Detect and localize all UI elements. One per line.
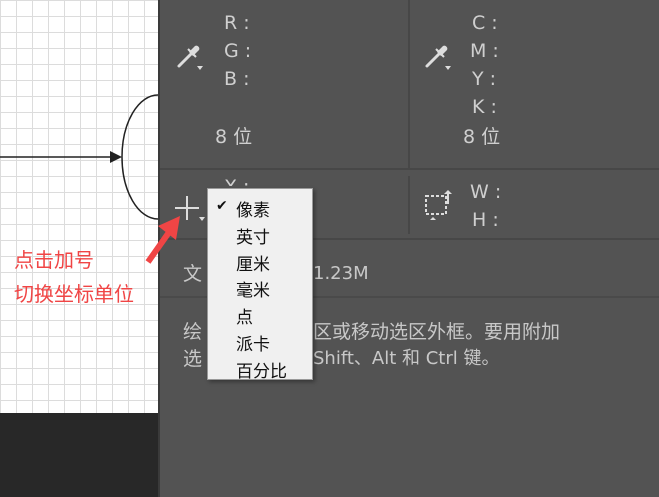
g-label: G : (224, 40, 252, 62)
m-label: M : (470, 40, 499, 62)
document-canvas[interactable] (0, 0, 159, 413)
annotation-line2: 切换坐标单位 (14, 282, 134, 306)
selection-size-icon[interactable] (421, 190, 455, 226)
hint-line1-start: 绘 (183, 321, 203, 343)
eyedropper-icon[interactable] (423, 38, 453, 76)
menu-item-centimeters[interactable]: 厘米 (236, 250, 270, 275)
annotation-line1: 点击加号 (14, 248, 94, 272)
menu-item-pixels[interactable]: 像素 (236, 196, 270, 221)
menu-item-points[interactable]: 点 (236, 303, 253, 328)
hint-line2-start: 选 (183, 348, 203, 370)
cmyk-bit-depth: 8 位 (463, 126, 501, 148)
r-label: R : (224, 12, 250, 34)
y-label: Y : (472, 68, 497, 90)
c-label: C : (472, 12, 498, 34)
menu-item-picas[interactable]: 派卡 (236, 330, 270, 355)
doc-size-value: 1.23M (313, 263, 369, 284)
hint-line2-end: Shift、Alt 和 Ctrl 键。 (313, 348, 500, 369)
eyedropper-icon[interactable] (175, 38, 205, 76)
h-label: H : (472, 209, 499, 231)
menu-item-millimeters[interactable]: 毫米 (236, 276, 270, 301)
canvas-drawing (0, 94, 159, 220)
b-label: B : (224, 68, 250, 90)
divider (160, 168, 659, 170)
annotation-arrow-icon (145, 216, 180, 264)
checkmark-icon: ✔ (216, 198, 228, 214)
canvas-dark-area (0, 413, 158, 497)
w-label: W : (470, 181, 502, 203)
divider (408, 0, 410, 168)
divider (408, 176, 410, 234)
rgb-bit-depth: 8 位 (215, 126, 253, 148)
menu-item-percent[interactable]: 百分比 (236, 357, 287, 382)
menu-item-inches[interactable]: 英寸 (236, 223, 270, 248)
hint-line1-end: 区或移动选区外框。要用附加 (313, 321, 561, 343)
unit-dropdown-menu[interactable]: ✔ 像素 英寸 厘米 毫米 点 派卡 百分比 (207, 188, 313, 382)
k-label: K : (472, 96, 497, 118)
